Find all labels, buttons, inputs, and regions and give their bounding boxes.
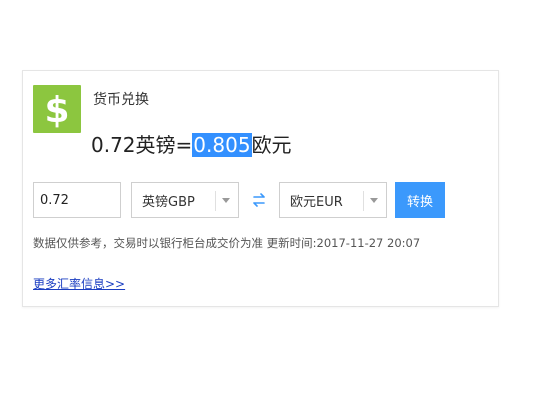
page: $ 货币兑换 0.72英镑=0.805欧元 英镑GBP 欧元EUR [0,0,540,400]
chevron-down-icon [222,198,230,203]
conversion-result: 0.72英镑=0.805欧元 [91,129,292,158]
convert-button[interactable]: 转换 [395,182,445,218]
from-currency-select[interactable]: 英镑GBP [131,182,239,218]
select-divider [363,191,364,211]
select-divider [215,191,216,211]
dollar-sign-icon: $ [33,85,81,133]
more-rates-link[interactable]: 更多汇率信息>> [33,275,125,292]
svg-text:$: $ [44,90,69,129]
result-target-unit: 欧元 [251,133,292,157]
result-converted-value: 0.805 [192,133,252,157]
converter-controls: 英镑GBP 欧元EUR 转换 [33,182,473,218]
swap-arrows-icon[interactable] [247,182,271,218]
from-currency-label: 英镑GBP [142,194,195,210]
currency-converter-card: $ 货币兑换 0.72英镑=0.805欧元 英镑GBP 欧元EUR [22,70,499,307]
amount-input[interactable] [33,182,121,218]
result-amount: 0.72英镑= [91,133,193,157]
disclaimer-note: 数据仅供参考，交易时以银行柜台成交价为准 更新时间:2017-11-27 20:… [33,236,421,250]
to-currency-select[interactable]: 欧元EUR [279,182,387,218]
chevron-down-icon [370,198,378,203]
to-currency-label: 欧元EUR [290,194,343,210]
widget-title: 货币兑换 [93,92,149,108]
